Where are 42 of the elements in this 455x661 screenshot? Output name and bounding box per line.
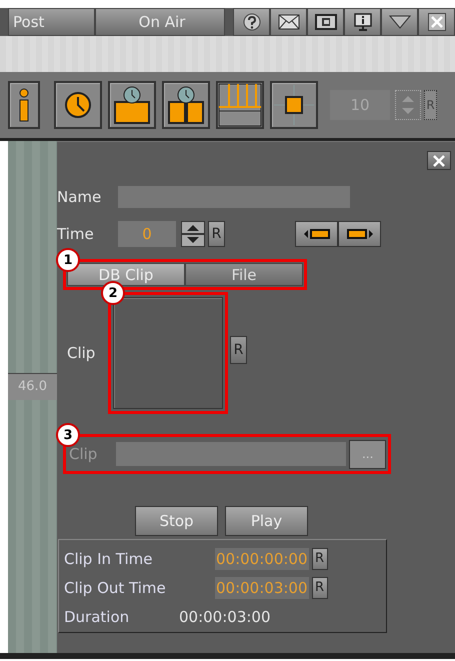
reset-button[interactable]: R [312, 576, 328, 598]
clip-label: Clip [69, 445, 98, 463]
monitor-icon[interactable] [344, 8, 381, 36]
timecode-value: 00:00:03:00 [179, 608, 271, 626]
dropdown-icon[interactable] [381, 8, 418, 36]
time-field[interactable]: 0 [118, 221, 176, 247]
header-tab[interactable]: On Air [95, 8, 225, 36]
playback-button[interactable]: Play [225, 506, 308, 536]
step-right-icon[interactable] [338, 221, 381, 247]
card-icon[interactable] [307, 8, 344, 36]
clip-label: Clip [67, 344, 96, 362]
reset-button[interactable]: R [312, 548, 328, 570]
mail-icon[interactable] [270, 8, 307, 36]
spinner-icon[interactable] [181, 221, 205, 247]
info-icon[interactable] [8, 81, 40, 129]
ruler-reading: 46.0 [8, 373, 57, 400]
timing-label: Clip In Time [64, 550, 154, 568]
clip-path-field[interactable] [116, 442, 346, 466]
timing-label: Clip Out Time [64, 578, 167, 596]
split-box-clock-icon[interactable] [162, 81, 210, 129]
reset-button[interactable]: R [208, 221, 225, 247]
clock-icon[interactable] [54, 81, 102, 129]
time-label: Time [57, 225, 95, 243]
callout-number: 1 [56, 248, 80, 272]
name-label: Name [57, 188, 102, 206]
name-field[interactable] [118, 186, 350, 208]
square-icon[interactable] [270, 81, 318, 129]
reset-button[interactable]: R [424, 90, 437, 120]
timecode-field[interactable]: 00:00:03:00 [215, 576, 309, 598]
source-tab[interactable]: DB Clip [67, 263, 185, 286]
box-clock-icon[interactable] [108, 81, 156, 129]
close-icon[interactable] [427, 151, 451, 170]
step-left-icon[interactable] [295, 221, 338, 247]
playback-button[interactable]: Stop [135, 506, 218, 536]
column-grid-icon[interactable] [216, 81, 264, 129]
header-tab[interactable]: Post [8, 8, 95, 36]
timecode-field[interactable]: 00:00:00:00 [215, 548, 309, 570]
callout-number: 3 [56, 423, 80, 447]
source-tab[interactable]: File [185, 263, 303, 286]
reset-button[interactable]: R [230, 336, 247, 364]
close-icon[interactable] [418, 8, 455, 36]
help-icon[interactable] [233, 8, 270, 36]
